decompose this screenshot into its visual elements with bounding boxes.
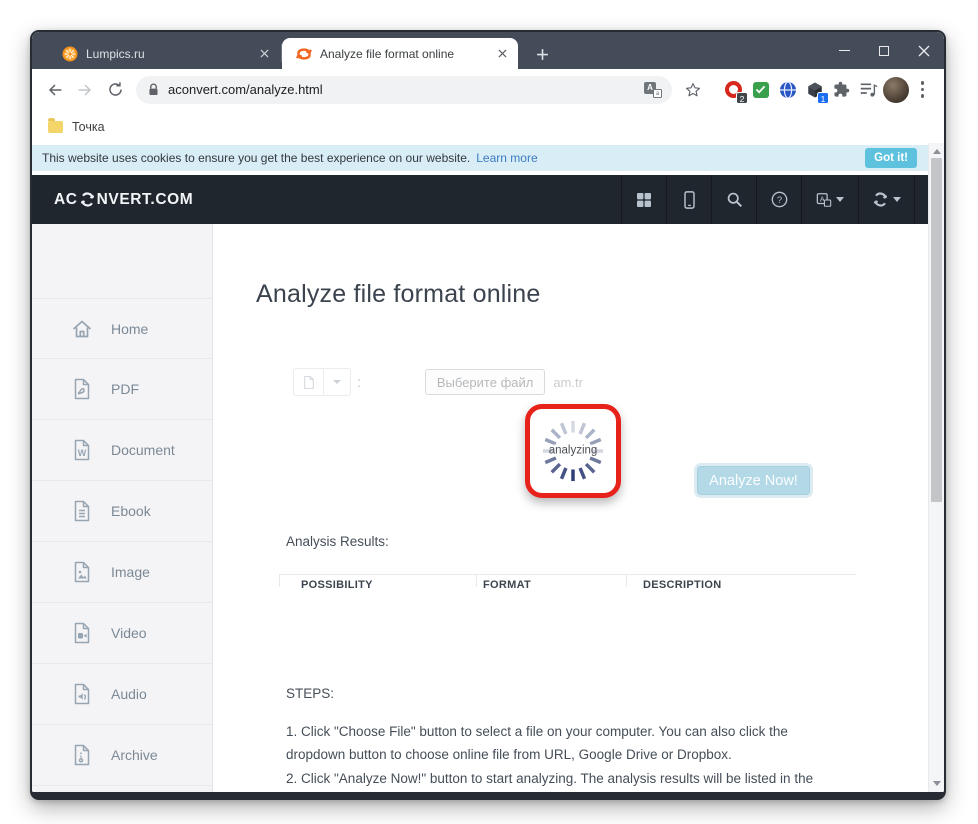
titlebar: Lumpics.ru Analyze file format online [32, 32, 944, 69]
lumpics-favicon [62, 46, 78, 61]
forward-button[interactable] [70, 75, 100, 105]
mobile-icon[interactable] [666, 175, 711, 224]
playlist-icon[interactable] [855, 76, 882, 104]
browser-window: Lumpics.ru Analyze file format online ac… [30, 30, 946, 800]
extensions-puzzle-icon[interactable] [828, 76, 855, 104]
main-content: Analyze file format online : Выберите фа… [214, 224, 928, 792]
pdf-file-icon [74, 378, 90, 400]
separator-colon: : [357, 374, 361, 390]
file-input-row: : Выберите файл am.tr [293, 368, 583, 396]
site-logo[interactable]: AC NVERT.COM [54, 191, 193, 209]
sidebar-item-video[interactable]: Video [32, 603, 212, 664]
sidebar-item-archive[interactable]: Archive [32, 725, 212, 786]
sidebar-item-document[interactable]: W Document [32, 420, 212, 481]
browser-menu-icon[interactable] [909, 76, 936, 104]
analyzing-spinner: analyzing [536, 414, 610, 488]
analyze-now-button[interactable]: Analyze Now! [697, 466, 810, 495]
scroll-up-arrow[interactable] [933, 149, 941, 154]
bookmark-folder[interactable]: Точка [72, 120, 105, 134]
tab-title: Lumpics.ru [86, 46, 145, 61]
results-table-border [279, 574, 856, 575]
extension-check-icon[interactable] [747, 76, 774, 104]
lock-icon [149, 83, 158, 95]
file-type-button[interactable] [293, 368, 324, 396]
extension-cube-icon[interactable]: 1 [801, 76, 829, 104]
chevron-down-icon [333, 380, 341, 384]
page-scrollbar[interactable] [928, 143, 944, 792]
sidebar-item-ebook[interactable]: Ebook [32, 481, 212, 542]
chevron-down-icon [893, 197, 901, 202]
convert-menu[interactable] [858, 175, 915, 224]
svg-text:?: ? [776, 195, 781, 206]
home-icon [72, 320, 92, 337]
cookie-message: This website uses cookies to ensure you … [42, 151, 471, 165]
sidebar: Home PDF W Document Ebook Image Video Au… [32, 224, 213, 792]
cookie-banner: This website uses cookies to ensure you … [32, 145, 928, 171]
analyzing-highlight-box: analyzing [525, 404, 621, 498]
browser-toolbar: aconvert.com/analyze.html A a 2 1 [32, 69, 944, 110]
back-button[interactable] [40, 75, 70, 105]
got-it-button[interactable]: Got it! [865, 148, 917, 168]
apps-grid-icon[interactable] [621, 175, 666, 224]
extension-globe-icon[interactable] [774, 76, 801, 104]
column-header-format: FORMAT [483, 579, 532, 591]
logo-convert-icon [80, 192, 94, 207]
results-label: Analysis Results: [286, 534, 389, 549]
sidebar-item-pdf[interactable]: PDF [32, 359, 212, 420]
column-header-possibility: POSSIBILITY [301, 579, 373, 591]
tab-lumpics[interactable]: Lumpics.ru [48, 38, 280, 69]
file-source-dropdown[interactable] [324, 368, 351, 396]
bookmark-star-icon[interactable] [678, 75, 708, 105]
maximize-button[interactable] [864, 32, 904, 69]
help-icon[interactable]: ? [756, 175, 801, 224]
page-viewport: This website uses cookies to ensure you … [32, 143, 944, 792]
tab-title: Analyze file format online [320, 46, 455, 61]
search-icon[interactable] [711, 175, 756, 224]
column-header-description: DESCRIPTION [643, 579, 722, 591]
ebook-file-icon [74, 500, 90, 522]
profile-avatar[interactable] [882, 76, 909, 104]
reload-button[interactable] [100, 75, 130, 105]
sidebar-item-audio[interactable]: Audio [32, 664, 212, 725]
tab-close-icon[interactable] [256, 46, 272, 62]
sidebar-item-home[interactable]: Home [32, 298, 212, 359]
step-2-text: 2. Click "Analyze Now!" button to start … [286, 771, 814, 786]
steps-label: STEPS: [286, 686, 335, 701]
refresh-icon [873, 192, 888, 207]
learn-more-link[interactable]: Learn more [476, 151, 537, 165]
translate-icon[interactable]: A a [644, 81, 662, 98]
translate-icon: A [816, 192, 832, 207]
file-icon [303, 375, 314, 389]
archive-file-icon [74, 744, 90, 766]
tab-aconvert[interactable]: Analyze file format online [282, 38, 518, 69]
analyzing-status-text: analyzing [536, 444, 610, 457]
minimize-button[interactable] [824, 32, 864, 69]
chevron-down-icon [836, 197, 844, 202]
extension-red-icon[interactable]: 2 [720, 76, 748, 104]
selected-filename: am.tr [553, 374, 583, 390]
image-file-icon [74, 561, 90, 583]
tab-close-icon[interactable] [494, 46, 510, 62]
site-navbar: AC NVERT.COM ? A [32, 175, 928, 224]
audio-file-icon [74, 683, 90, 705]
scrollbar-thumb[interactable] [931, 158, 942, 502]
bookmark-folder-icon [48, 117, 63, 133]
bookmarks-bar: Точка [32, 110, 944, 143]
language-menu[interactable]: A [801, 175, 858, 224]
step-1-text: 1. Click "Choose File" button to select … [286, 724, 788, 762]
video-file-icon [74, 622, 90, 644]
scroll-down-arrow[interactable] [933, 781, 941, 786]
choose-file-button[interactable]: Выберите файл [424, 369, 546, 395]
url-text: aconvert.com/analyze.html [168, 82, 323, 97]
address-bar[interactable]: aconvert.com/analyze.html A a [136, 75, 672, 104]
word-file-icon: W [74, 439, 90, 461]
svg-text:W: W [78, 448, 87, 458]
aconvert-favicon [296, 47, 312, 60]
page-title: Analyze file format online [256, 280, 541, 308]
sidebar-item-image[interactable]: Image [32, 542, 212, 603]
close-button[interactable] [904, 32, 944, 69]
new-tab-button[interactable] [530, 42, 554, 66]
